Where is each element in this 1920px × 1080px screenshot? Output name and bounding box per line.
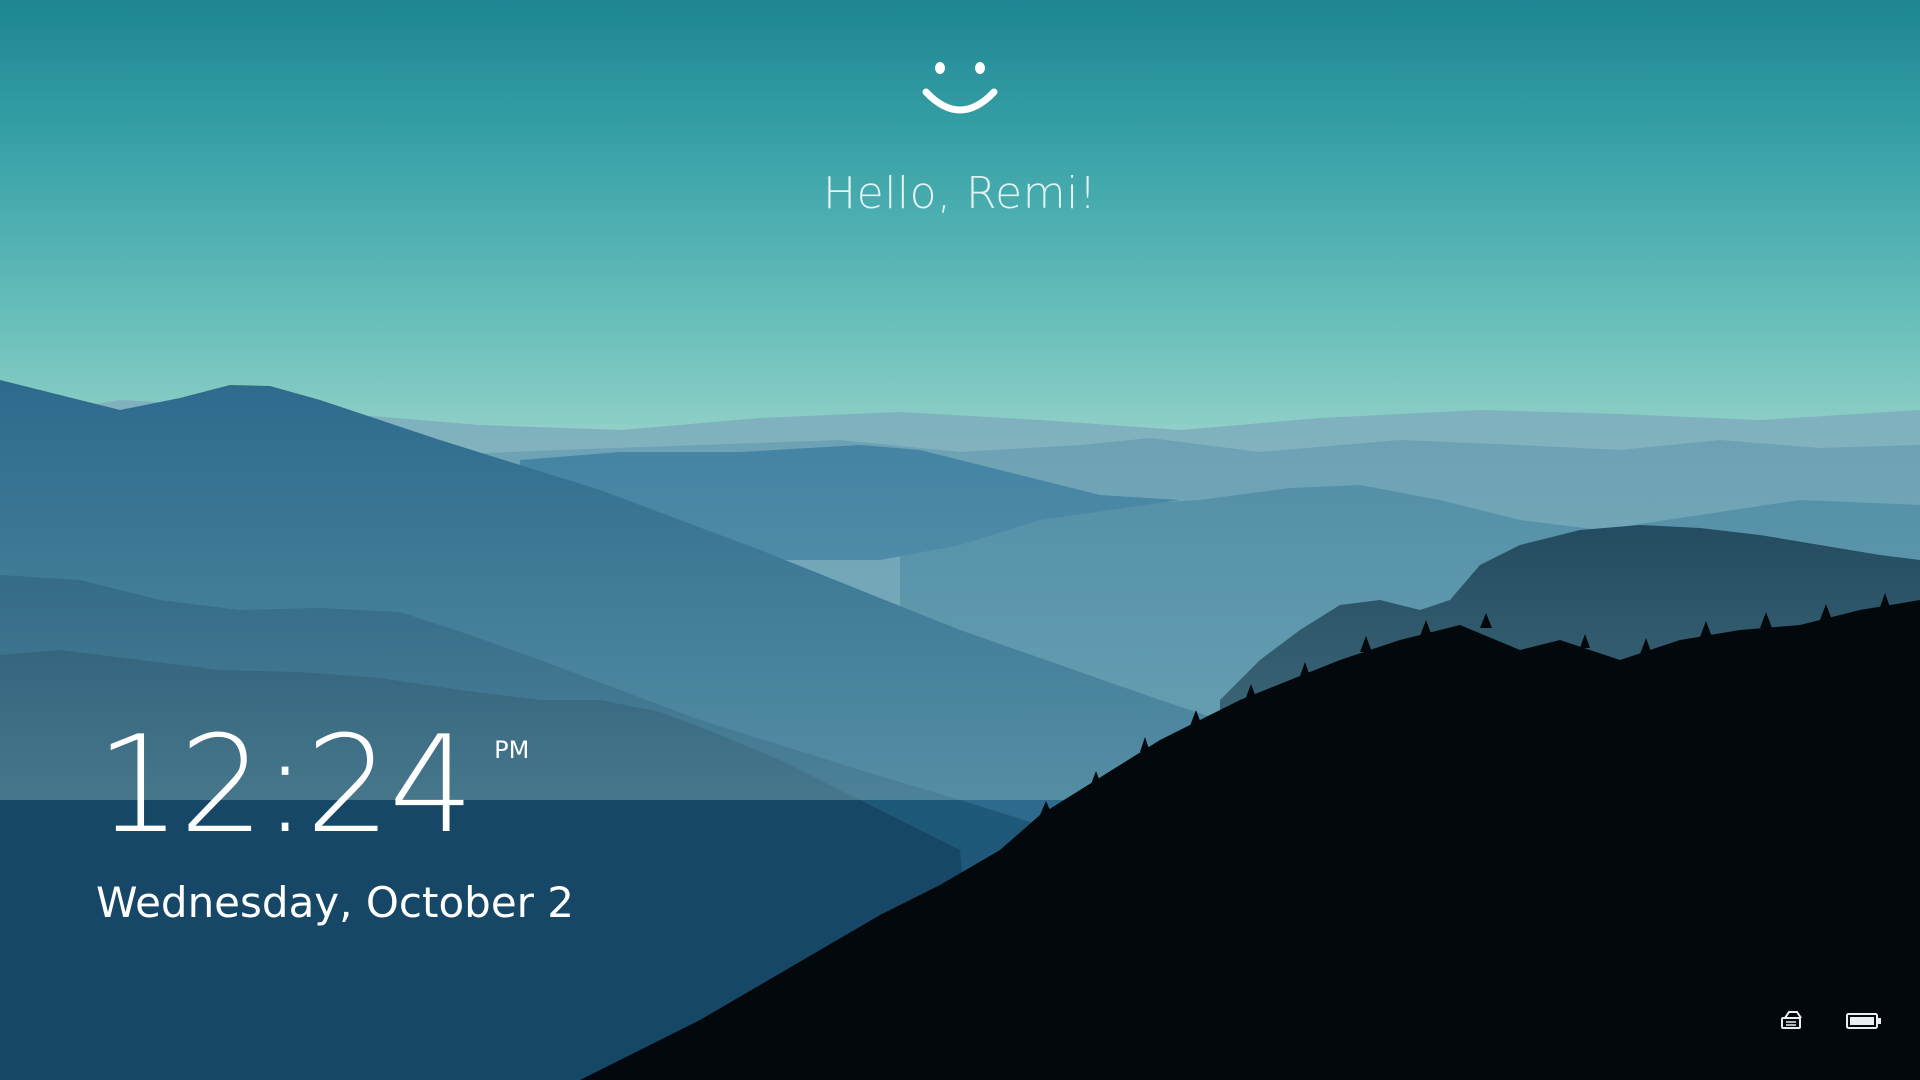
windows-hello-face-icon bbox=[922, 62, 998, 114]
lock-screen[interactable]: Hello, Remi! 12:24 PM Wednesday, October… bbox=[0, 0, 1920, 1080]
clock-date: Wednesday, October 2 bbox=[96, 878, 575, 927]
clock-time: 12:24 bbox=[96, 707, 474, 863]
status-tray bbox=[1780, 1010, 1882, 1032]
clock: 12:24 PM bbox=[96, 718, 529, 852]
greeting-text: Hello, Remi! bbox=[823, 168, 1097, 219]
network-icon[interactable] bbox=[1780, 1010, 1806, 1032]
battery-icon[interactable] bbox=[1846, 1011, 1882, 1031]
clock-period: PM bbox=[494, 736, 530, 764]
